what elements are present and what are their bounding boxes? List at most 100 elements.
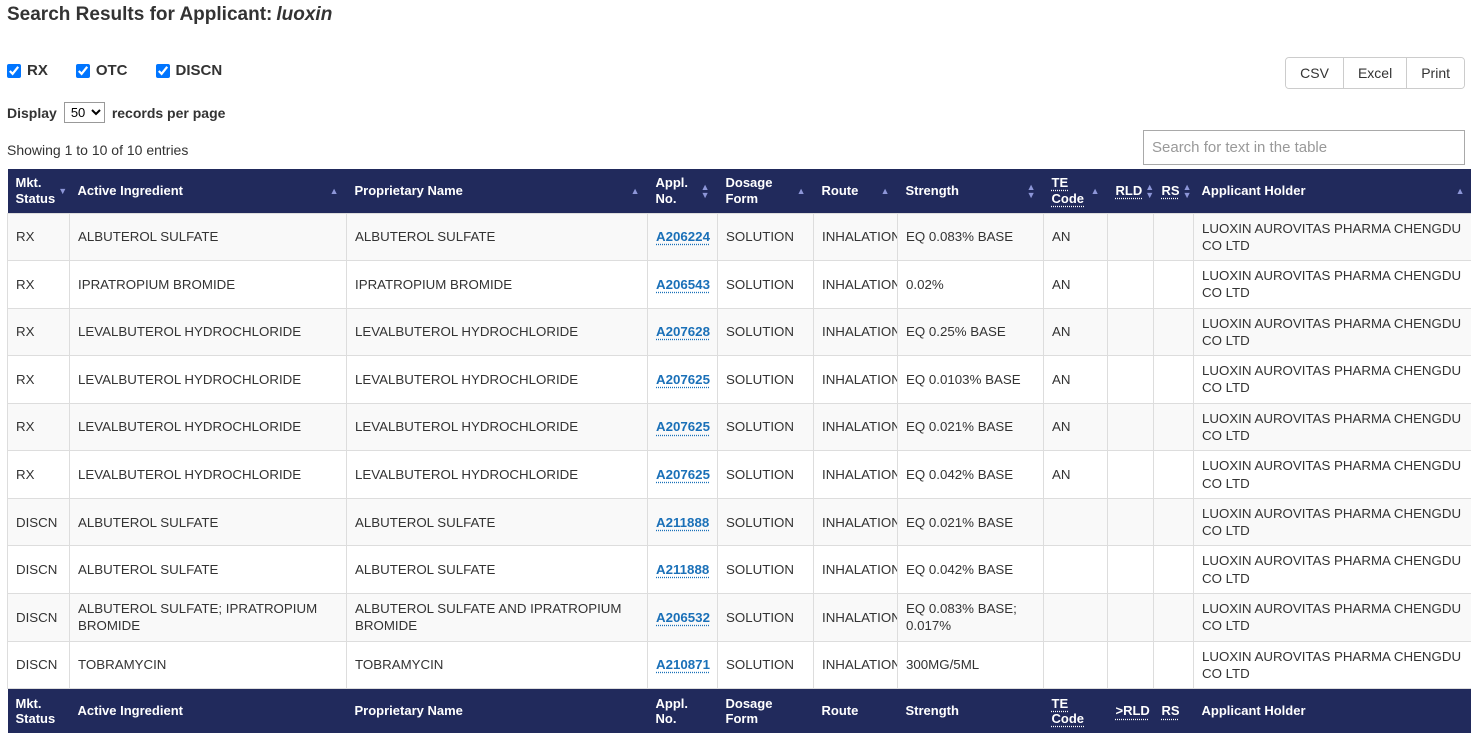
cell-te-code: AN [1044,213,1108,261]
cell-dosage-form: SOLUTION [718,308,814,356]
sort-asc-icon: ▲ [330,187,339,195]
sort-asc-icon: ▲ [797,187,806,195]
discn-checkbox[interactable] [156,64,170,78]
appl-no-link[interactable]: A211888 [656,515,709,530]
cell-active-ingredient: LEVALBUTEROL HYDROCHLORIDE [70,403,347,451]
discn-checkbox-label: DISCN [176,62,223,79]
column-header-label: TE Code [1052,175,1088,208]
cell-active-ingredient: ALBUTEROL SULFATE; IPRATROPIUM BROMIDE [70,594,347,642]
cell-strength: 0.02% [898,261,1044,309]
footer-header-label[interactable]: >RLD [1116,703,1150,718]
footer-header-te-code[interactable]: TE Code [1044,689,1108,733]
appl-no-link[interactable]: A206543 [656,277,710,292]
otc-checkbox[interactable] [76,64,90,78]
column-header-label: Proprietary Name [355,183,463,199]
column-header-applicant-holder[interactable]: Applicant Holder▲ [1194,169,1471,213]
cell-rld [1108,546,1154,594]
cell-dosage-form: SOLUTION [718,546,814,594]
table-row: DISCNALBUTEROL SULFATEALBUTEROL SULFATEA… [8,498,1471,546]
column-header-proprietary-name[interactable]: Proprietary Name▲ [347,169,648,213]
cell-appl-no: A211888 [648,498,718,546]
cell-rld [1108,403,1154,451]
cell-applicant-holder: LUOXIN AUROVITAS PHARMA CHENGDU CO LTD [1194,641,1471,689]
rx-checkbox[interactable] [7,64,21,78]
cell-route: INHALATION [814,498,898,546]
cell-dosage-form: SOLUTION [718,451,814,499]
table-header-row: Mkt. Status▼Active Ingredient▲Proprietar… [8,169,1471,213]
column-header-active-ingredient[interactable]: Active Ingredient▲ [70,169,347,213]
footer-header-label[interactable]: TE Code [1052,696,1085,726]
column-header-rs[interactable]: RS▲▼ [1154,169,1194,213]
market-status-filters: RX OTC DISCN [7,62,222,79]
page-size-control: Display 50 records per page [7,102,1465,123]
footer-header-strength: Strength [898,689,1044,733]
cell-rs [1154,308,1194,356]
excel-button[interactable]: Excel [1343,58,1406,88]
cell-rld [1108,213,1154,261]
cell-rld [1108,356,1154,404]
cell-strength: EQ 0.083% BASE; 0.017% [898,594,1044,642]
cell-te-code: AN [1044,451,1108,499]
cell-applicant-holder: LUOXIN AUROVITAS PHARMA CHENGDU CO LTD [1194,308,1471,356]
appl-no-link[interactable]: A211888 [656,562,709,577]
cell-mkt-status: RX [8,213,70,261]
column-header-strength[interactable]: Strength▲▼ [898,169,1044,213]
cell-route: INHALATION [814,356,898,404]
cell-te-code: AN [1044,261,1108,309]
cell-proprietary-name: LEVALBUTEROL HYDROCHLORIDE [347,403,648,451]
cell-applicant-holder: LUOXIN AUROVITAS PHARMA CHENGDU CO LTD [1194,213,1471,261]
appl-no-link[interactable]: A207628 [656,324,710,339]
sort-asc-icon: ▲ [1456,187,1465,195]
sort-both-icon: ▲▼ [1183,183,1192,199]
column-header-rld[interactable]: RLD▲▼ [1108,169,1154,213]
cell-strength: EQ 0.0103% BASE [898,356,1044,404]
controls-row: RX OTC DISCN CSV Excel Print [7,57,1465,89]
export-button-group: CSV Excel Print [1285,57,1465,89]
cell-rld [1108,451,1154,499]
page-title-query: luoxin [276,4,332,25]
cell-mkt-status: DISCN [8,641,70,689]
csv-button[interactable]: CSV [1286,58,1343,88]
table-search-input[interactable] [1143,130,1465,165]
appl-no-link[interactable]: A207625 [656,467,710,482]
cell-dosage-form: SOLUTION [718,213,814,261]
footer-header-active-ingredient: Active Ingredient [70,689,347,733]
cell-dosage-form: SOLUTION [718,356,814,404]
appl-no-link[interactable]: A206224 [656,229,710,244]
footer-header-rld[interactable]: >RLD [1108,689,1154,733]
cell-te-code: AN [1044,356,1108,404]
cell-applicant-holder: LUOXIN AUROVITAS PHARMA CHENGDU CO LTD [1194,403,1471,451]
page-title: Search Results for Applicant:luoxin [7,4,1465,26]
table-row: DISCNALBUTEROL SULFATEALBUTEROL SULFATEA… [8,546,1471,594]
cell-rs [1154,451,1194,499]
cell-appl-no: A207625 [648,403,718,451]
appl-no-link[interactable]: A207625 [656,419,710,434]
table-row: RXIPRATROPIUM BROMIDEIPRATROPIUM BROMIDE… [8,261,1471,309]
column-header-appl-no[interactable]: Appl. No.▲▼ [648,169,718,213]
appl-no-link[interactable]: A206532 [656,610,710,625]
cell-te-code [1044,641,1108,689]
footer-header-rs[interactable]: RS [1154,689,1194,733]
appl-no-link[interactable]: A207625 [656,372,710,387]
filter-discn[interactable]: DISCN [156,62,223,79]
table-row: RXLEVALBUTEROL HYDROCHLORIDELEVALBUTEROL… [8,308,1471,356]
cell-strength: EQ 0.042% BASE [898,451,1044,499]
column-header-mkt-status[interactable]: Mkt. Status▼ [8,169,70,213]
cell-mkt-status: DISCN [8,594,70,642]
appl-no-link[interactable]: A210871 [656,657,710,672]
column-header-te-code[interactable]: TE Code▲ [1044,169,1108,213]
column-header-route[interactable]: Route▲ [814,169,898,213]
footer-header-mkt-status: Mkt. Status [8,689,70,733]
rx-checkbox-label: RX [27,62,48,79]
cell-proprietary-name: TOBRAMYCIN [347,641,648,689]
cell-te-code [1044,498,1108,546]
footer-header-label[interactable]: RS [1162,703,1180,718]
column-header-dosage-form[interactable]: Dosage Form▲ [718,169,814,213]
page-size-select[interactable]: 50 [64,102,105,123]
footer-header-appl-no: Appl. No. [648,689,718,733]
filter-otc[interactable]: OTC [76,62,128,79]
print-button[interactable]: Print [1406,58,1464,88]
filter-rx[interactable]: RX [7,62,48,79]
cell-dosage-form: SOLUTION [718,498,814,546]
cell-route: INHALATION [814,261,898,309]
